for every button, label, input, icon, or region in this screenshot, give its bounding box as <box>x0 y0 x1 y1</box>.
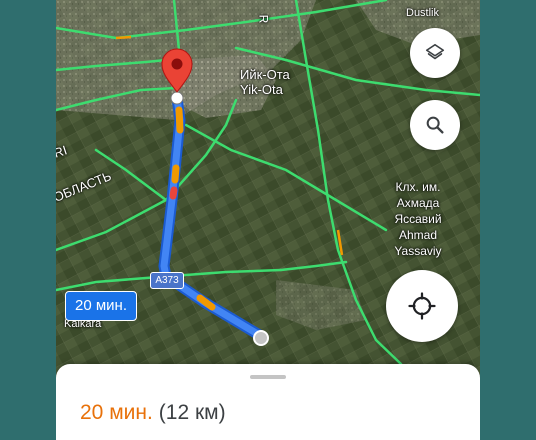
road-number-badge: A373 <box>150 272 184 289</box>
crosshair-icon <box>408 292 436 320</box>
route-destination-dot <box>253 330 269 346</box>
map-label-village-line: Клх. им. <box>395 180 441 194</box>
route-eta-bubble[interactable]: 20 мин. <box>65 291 137 321</box>
search-icon <box>426 116 444 134</box>
search-button[interactable] <box>410 100 460 150</box>
my-location-button[interactable] <box>386 270 458 342</box>
background-right <box>480 0 536 440</box>
layers-icon <box>425 43 445 60</box>
map-label-village-line: Yassaviy <box>394 244 442 258</box>
sheet-drag-handle[interactable] <box>250 375 286 379</box>
map-label-village-line: Ахмада <box>396 196 440 210</box>
map-label-dustlik: Dustlik <box>406 7 440 19</box>
map-label-fragment: R <box>256 14 271 24</box>
layers-button[interactable] <box>410 28 460 78</box>
trip-distance: (12 км) <box>158 401 226 424</box>
background-left <box>0 0 56 440</box>
phone-screen: R Dustlik Ийк-Ота Yik-Ota RI ОБЛАСТЬ Kal… <box>56 0 480 440</box>
map-label-village-line: Яссавий <box>394 212 442 226</box>
route-origin-dot <box>170 91 184 105</box>
map-label-village-line: Ahmad <box>398 228 438 242</box>
directions-bottom-sheet[interactable]: 20 мин. (12 км) <box>56 364 480 440</box>
map-label-yik-ota-latin: Yik-Ota <box>240 82 283 97</box>
trip-summary: 20 мин. (12 км) <box>80 400 226 426</box>
map-label-yik-ota-cyrillic: Ийк-Ота <box>240 67 290 82</box>
trip-duration: 20 мин. <box>80 401 153 424</box>
